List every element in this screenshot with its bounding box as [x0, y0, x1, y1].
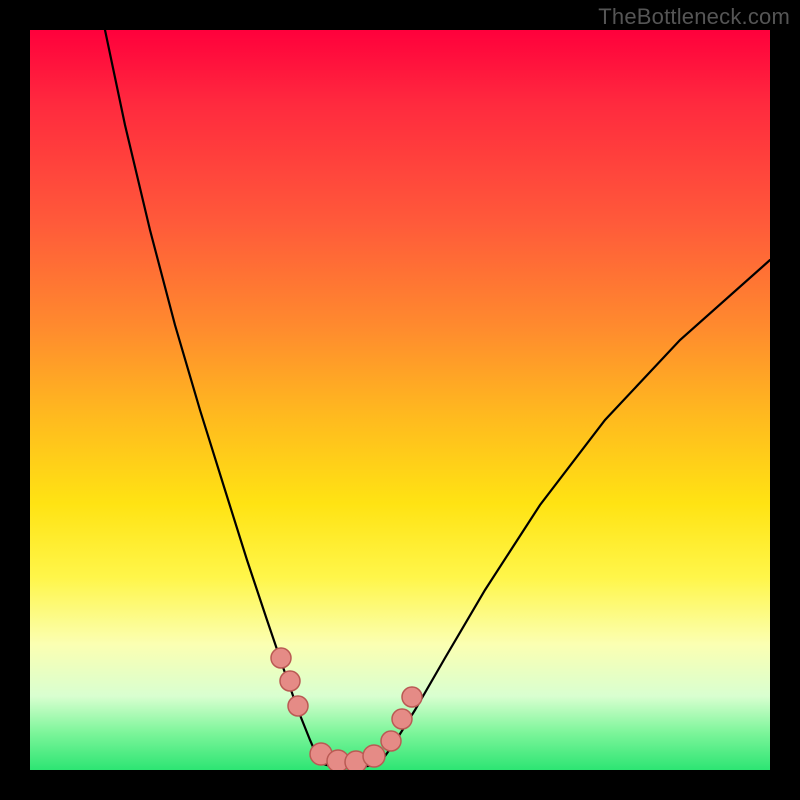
data-marker — [363, 745, 385, 767]
data-marker — [392, 709, 412, 729]
data-marker — [381, 731, 401, 751]
data-marker — [288, 696, 308, 716]
data-marker — [402, 687, 422, 707]
chart-frame: TheBottleneck.com — [0, 0, 800, 800]
data-markers — [271, 648, 422, 770]
data-marker — [271, 648, 291, 668]
chart-svg — [30, 30, 770, 770]
curve-right-branch — [380, 260, 770, 763]
watermark-text: TheBottleneck.com — [598, 4, 790, 30]
plot-area — [30, 30, 770, 770]
data-marker — [280, 671, 300, 691]
